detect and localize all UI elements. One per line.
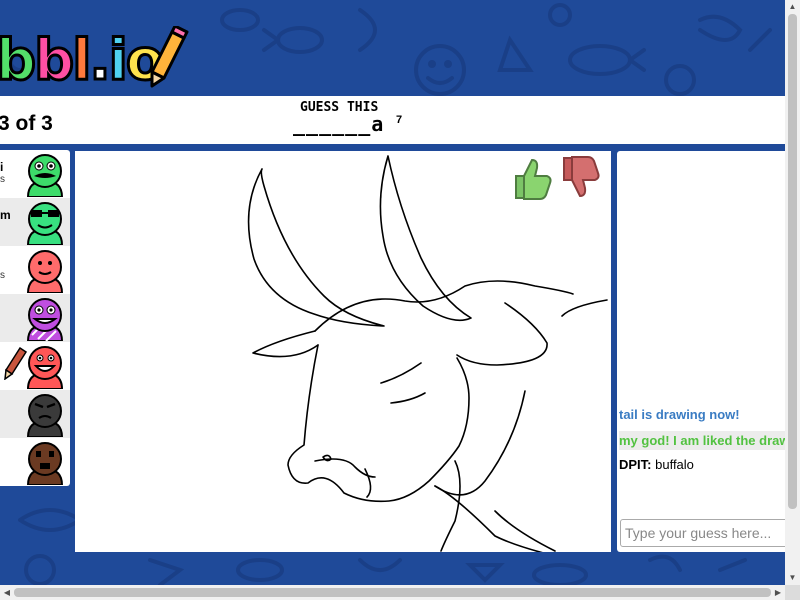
skribbl-logo: bbl.io [0,27,166,95]
player-avatar [26,202,64,245]
player-row[interactable] [0,390,70,438]
vertical-scrollbar[interactable]: ▲ ▼ [785,0,800,585]
chat-author: DPIT: [619,457,652,472]
player-avatar [26,298,64,341]
chat-message-system: tail is drawing now! [619,407,740,422]
scroll-right-arrow-icon[interactable]: ▶ [771,585,785,600]
player-row[interactable]: m [0,198,70,246]
player-name: i [0,160,4,174]
player-score: s [0,174,5,185]
player-avatar [26,442,64,485]
word-length-count: 7 [396,114,403,126]
player-row-drawing[interactable] [0,342,70,390]
player-avatar [26,154,64,197]
chat-message-liked: my god! I am liked the drawing [619,431,785,450]
vertical-scroll-thumb[interactable] [788,14,797,509]
horizontal-scroll-thumb[interactable] [14,588,771,597]
chat-message-guess: DPIT: buffalo [619,457,694,472]
guess-input[interactable] [620,519,790,547]
player-list: i s m s [0,150,70,486]
scroll-down-arrow-icon[interactable]: ▼ [785,571,800,585]
scroll-up-arrow-icon[interactable]: ▲ [785,0,800,14]
thumbs-up-icon[interactable] [512,156,556,200]
drawing-canvas[interactable] [75,151,611,552]
thumbs-down-icon[interactable] [560,156,604,200]
scrollbar-corner [785,585,800,600]
player-name: m [0,208,11,222]
game-header-bar [0,96,785,144]
word-hint: ______a [293,112,385,136]
horizontal-scrollbar[interactable]: ◀ ▶ [0,585,785,600]
player-avatar [26,346,64,389]
player-row[interactable]: s [0,246,70,294]
bull-sketch [247,155,608,552]
chat-text: buffalo [651,457,694,472]
logo-pencil-icon [150,26,189,88]
player-row[interactable] [0,294,70,342]
player-avatar [26,394,64,437]
player-row[interactable] [0,438,70,486]
scroll-left-arrow-icon[interactable]: ◀ [0,585,14,600]
chat-panel: tail is drawing now! my god! I am liked … [617,151,785,552]
player-row[interactable]: i s [0,150,70,198]
player-score: s [0,270,5,281]
player-avatar [26,250,64,293]
round-indicator: 3 of 3 [0,112,53,135]
